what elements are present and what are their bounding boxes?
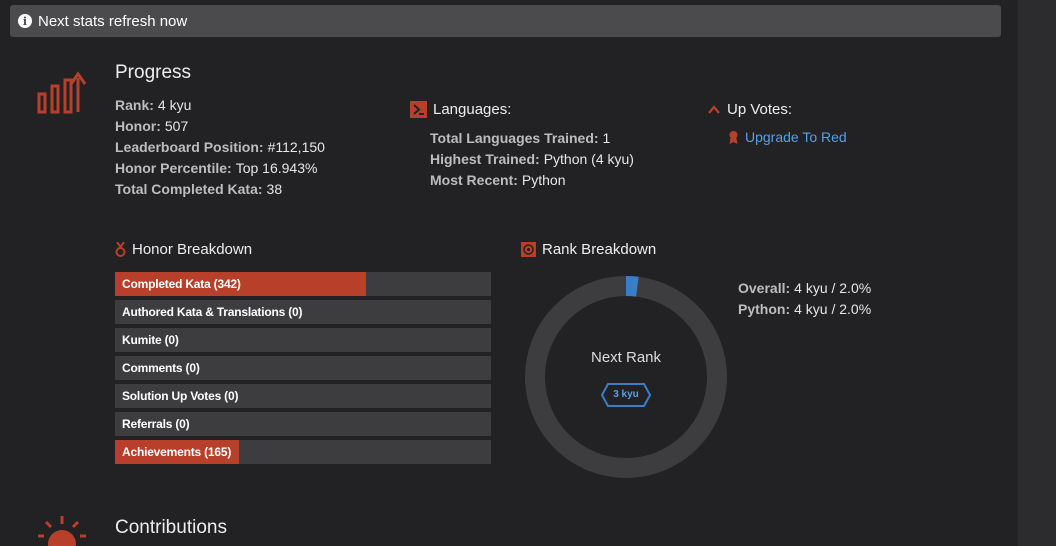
- stat-python-rank: Python: 4 kyu / 2.0%: [738, 301, 872, 317]
- next-rank-label: Next Rank: [590, 349, 662, 366]
- stat-total-languages: Total Languages Trained: 1: [430, 130, 611, 146]
- sun-icon: [38, 516, 86, 546]
- progress-title: Progress: [115, 62, 192, 83]
- donut-chart: [525, 276, 727, 478]
- honor-bar-row: Solution Up Votes (0): [115, 384, 491, 408]
- honor-breakdown-heading: Honor Breakdown: [115, 241, 252, 258]
- chevron-up-icon: [707, 104, 721, 116]
- honor-breakdown-title: Honor Breakdown: [132, 241, 253, 258]
- info-icon: i: [18, 14, 32, 28]
- languages-stats: Total Languages Trained: 1 Highest Traine…: [430, 128, 634, 191]
- honor-breakdown-bars: Completed Kata (342) Authored Kata & Tran…: [115, 272, 491, 468]
- upvotes-title: Up Votes:: [727, 101, 793, 118]
- terminal-icon: [410, 101, 427, 118]
- target-icon: [521, 242, 536, 257]
- rank-breakdown-heading: Rank Breakdown: [521, 241, 656, 258]
- honor-bar-row: Comments (0): [115, 356, 491, 380]
- contributions-title: Contributions: [115, 517, 227, 538]
- ribbon-icon: [728, 130, 739, 145]
- rank-breakdown-stats: Overall: 4 kyu / 2.0% Python: 4 kyu / 2.0%: [738, 278, 871, 320]
- stat-total-completed-kata: Total Completed Kata: 38: [115, 181, 283, 197]
- honor-bar-label: Referrals (0): [122, 417, 190, 431]
- stat-rank: Rank: 4 kyu: [115, 97, 192, 113]
- upvotes-heading: Up Votes:: [707, 101, 792, 118]
- stats-refresh-notice: i Next stats refresh now: [10, 5, 1001, 37]
- honor-bar-row: Authored Kata & Translations (0): [115, 300, 491, 324]
- medal-icon: [115, 242, 126, 257]
- honor-bar-label: Achievements (165): [122, 445, 232, 459]
- languages-title: Languages:: [433, 101, 512, 118]
- upgrade-to-red-link[interactable]: Upgrade To Red: [745, 129, 847, 145]
- honor-bar-row: Achievements (165): [115, 440, 491, 464]
- honor-bar-label: Comments (0): [122, 361, 200, 375]
- honor-bar-label: Kumite (0): [122, 333, 179, 347]
- stat-honor-percentile: Honor Percentile: Top 16.943%: [115, 160, 318, 176]
- stat-most-recent: Most Recent: Python: [430, 172, 566, 188]
- donut-track: [525, 276, 727, 478]
- progress-stats: Rank: 4 kyu Honor: 507 Leaderboard Positio…: [115, 95, 325, 200]
- stat-overall-rank: Overall: 4 kyu / 2.0%: [738, 280, 872, 296]
- rank-breakdown-title: Rank Breakdown: [542, 241, 657, 258]
- notice-text: Next stats refresh now: [38, 12, 188, 30]
- stat-honor: Honor: 507: [115, 118, 189, 134]
- next-rank-badge: 3 kyu: [600, 382, 652, 408]
- honor-bar-row: Completed Kata (342): [115, 272, 491, 296]
- stat-highest-trained: Highest Trained: Python (4 kyu): [430, 151, 634, 167]
- honor-bar-label: Completed Kata (342): [122, 277, 241, 291]
- progress-chart-icon: [37, 71, 87, 114]
- next-rank-value: 3 kyu: [613, 389, 639, 400]
- upgrade-to-red-link-row: Upgrade To Red: [728, 129, 847, 145]
- page-scroll-gutter: [1018, 0, 1056, 546]
- stat-leaderboard-position: Leaderboard Position: #112,150: [115, 139, 325, 155]
- rank-progress-donut: Next Rank 3 kyu: [525, 276, 727, 478]
- languages-heading: Languages:: [410, 101, 511, 118]
- honor-bar-label: Solution Up Votes (0): [122, 389, 239, 403]
- honor-bar-label: Authored Kata & Translations (0): [122, 305, 303, 319]
- honor-bar-row: Kumite (0): [115, 328, 491, 352]
- honor-bar-row: Referrals (0): [115, 412, 491, 436]
- profile-stats-panel: i Next stats refresh now Progress Rank: 4…: [0, 0, 1018, 546]
